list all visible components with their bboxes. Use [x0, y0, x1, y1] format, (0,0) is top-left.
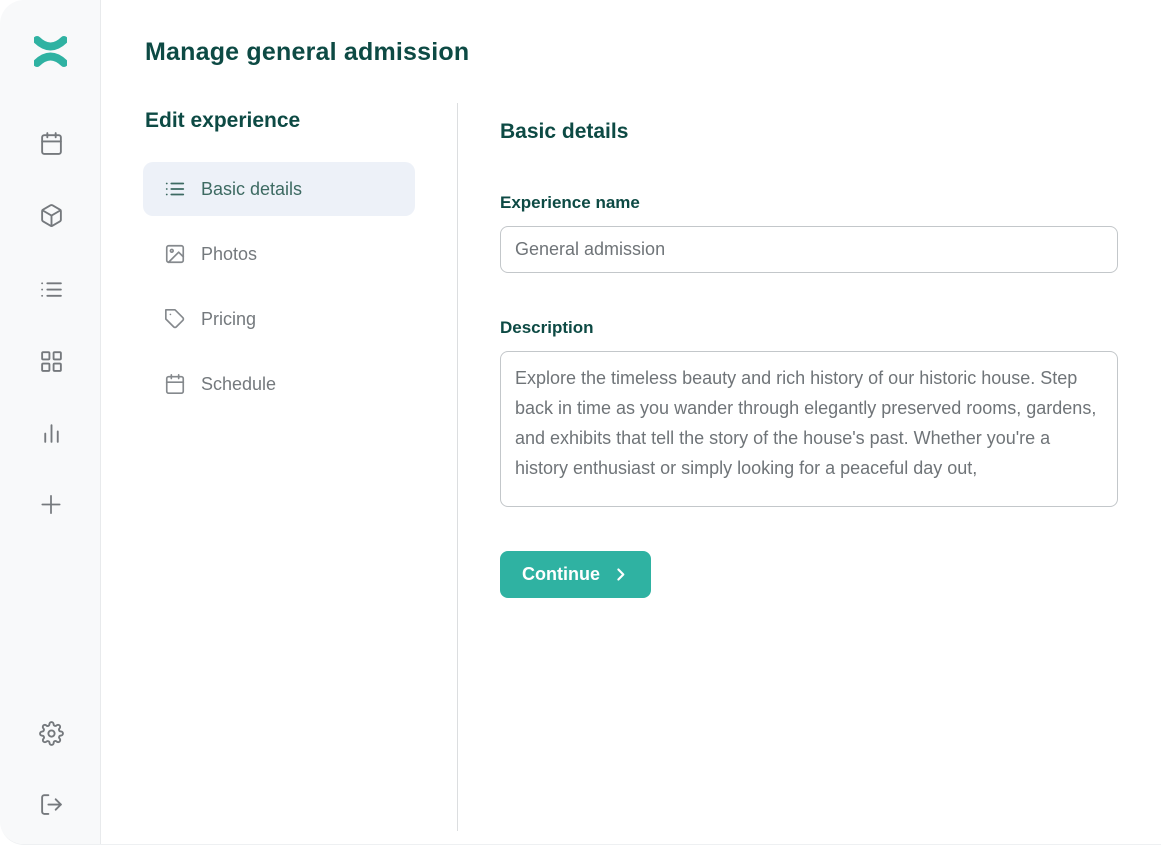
calendar-icon	[39, 131, 64, 156]
gear-icon	[39, 721, 64, 746]
sidebar-calendar-button[interactable]	[38, 130, 64, 156]
sidebar-grid-button[interactable]	[38, 348, 64, 374]
description-textarea[interactable]: Explore the timeless beauty and rich his…	[500, 351, 1118, 507]
calendar-icon	[164, 373, 186, 395]
experience-name-input[interactable]	[500, 226, 1118, 273]
grid-icon	[39, 349, 64, 374]
sidebar	[0, 0, 101, 844]
image-icon	[164, 243, 186, 265]
sidebar-reports-button[interactable]	[38, 420, 64, 446]
list-icon	[164, 178, 186, 200]
description-label: Description	[500, 318, 594, 338]
chevron-right-icon	[612, 566, 629, 583]
edit-experience-nav: Basic details Photos Pricing Schedule	[143, 162, 415, 422]
nav-item-label: Photos	[201, 244, 257, 265]
logout-icon	[39, 792, 64, 817]
app-window: Manage general admission Edit experience…	[0, 0, 1161, 845]
sidebar-products-button[interactable]	[38, 202, 64, 228]
sidebar-logout-button[interactable]	[38, 791, 64, 817]
continue-button[interactable]: Continue	[500, 551, 651, 598]
nav-item-schedule[interactable]: Schedule	[143, 357, 415, 411]
nav-item-basic-details[interactable]: Basic details	[143, 162, 415, 216]
sidebar-add-button[interactable]	[38, 491, 64, 517]
xola-logo[interactable]	[34, 36, 67, 67]
box-icon	[39, 203, 64, 228]
nav-item-label: Schedule	[201, 374, 276, 395]
sidebar-list-button[interactable]	[38, 276, 64, 302]
plus-icon	[38, 491, 64, 518]
tag-icon	[164, 308, 186, 330]
list-icon	[39, 277, 64, 302]
sidebar-settings-button[interactable]	[38, 720, 64, 746]
xola-logo-icon	[34, 36, 67, 67]
nav-item-pricing[interactable]: Pricing	[143, 292, 415, 346]
nav-item-label: Pricing	[201, 309, 256, 330]
nav-item-label: Basic details	[201, 179, 302, 200]
page-title: Manage general admission	[145, 38, 469, 67]
basic-details-heading: Basic details	[500, 120, 628, 144]
experience-name-label: Experience name	[500, 193, 640, 213]
bar-chart-icon	[39, 421, 64, 446]
continue-button-label: Continue	[522, 564, 600, 585]
nav-item-photos[interactable]: Photos	[143, 227, 415, 281]
vertical-divider	[457, 103, 458, 831]
edit-experience-heading: Edit experience	[145, 109, 300, 133]
